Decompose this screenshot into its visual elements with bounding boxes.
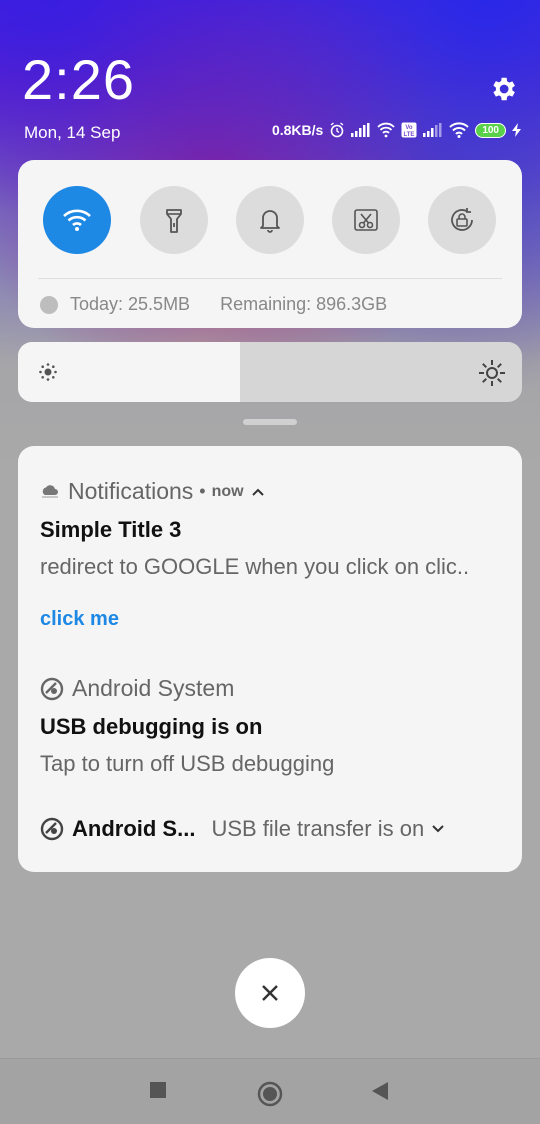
android-system-icon <box>40 817 64 841</box>
bell-icon <box>260 210 280 233</box>
status-icons: 0.8KB/s Vo LTE 100 <box>272 122 522 138</box>
usb-transfer-row[interactable]: Android S... USB file transfer is on <box>40 816 444 842</box>
signal-icon <box>351 123 370 137</box>
drag-handle[interactable] <box>243 419 297 425</box>
cloud-icon <box>40 484 60 499</box>
battery-icon: 100 <box>475 122 506 138</box>
auto-rotate-toggle[interactable] <box>428 186 496 254</box>
svg-text:LTE: LTE <box>404 132 415 138</box>
navigation-bar <box>0 1058 540 1124</box>
back-icon[interactable] <box>371 1081 389 1101</box>
recents-icon[interactable] <box>149 1081 167 1099</box>
charging-icon <box>512 123 521 137</box>
notification-time: now <box>211 482 244 500</box>
chevron-down-icon[interactable] <box>432 825 444 833</box>
scissors-icon <box>354 209 378 231</box>
divider <box>38 278 502 279</box>
clock[interactable]: 2:26 <box>22 52 135 108</box>
separator-dot: • <box>199 481 206 501</box>
notification-header[interactable]: Notifications • now <box>40 478 264 505</box>
android-system-icon <box>40 677 64 701</box>
usb-debugging-title[interactable]: USB debugging is on <box>40 714 262 740</box>
chevron-up-icon[interactable] <box>251 488 264 496</box>
volte-icon: VoLTE <box>401 122 417 138</box>
notification-text[interactable]: redirect to GOOGLE when you click on cli… <box>40 554 469 580</box>
settings-gear-icon[interactable] <box>488 74 518 104</box>
flashlight-icon <box>166 209 182 233</box>
brightness-slider[interactable] <box>18 342 522 402</box>
brightness-high-icon <box>479 360 505 386</box>
wifi-icon <box>449 122 470 138</box>
wifi-calling-icon <box>377 122 395 138</box>
rotate-lock-icon <box>451 208 473 231</box>
wifi-toggle[interactable] <box>43 186 111 254</box>
data-usage[interactable]: Today: 25.5MB Remaining: 896.3GB <box>40 294 387 315</box>
date[interactable]: Mon, 14 Sep <box>24 123 120 143</box>
android-system-header[interactable]: Android System <box>40 675 234 702</box>
close-icon <box>262 985 278 1001</box>
signal-icon <box>423 123 442 137</box>
clear-all-button[interactable] <box>235 958 305 1028</box>
notification-title[interactable]: Simple Title 3 <box>40 517 181 543</box>
data-today: Today: 25.5MB <box>70 294 191 314</box>
usb-debugging-text[interactable]: Tap to turn off USB debugging <box>40 751 334 777</box>
screenshot-toggle[interactable] <box>332 186 400 254</box>
usb-transfer-text: USB file transfer is on <box>211 816 425 841</box>
svg-text:Vo: Vo <box>406 125 414 131</box>
sound-toggle[interactable] <box>236 186 304 254</box>
brightness-low-icon <box>39 363 57 381</box>
data-usage-icon <box>40 295 58 314</box>
notification-panel: Notifications • now Simple Title 3 redir… <box>18 446 522 872</box>
wifi-icon <box>63 209 91 231</box>
flashlight-toggle[interactable] <box>140 186 208 254</box>
notification-app-name: Android S... <box>72 816 196 841</box>
notification-app-name: Notifications <box>68 478 194 504</box>
home-icon[interactable] <box>257 1081 283 1107</box>
quick-settings-panel: Today: 25.5MB Remaining: 896.3GB <box>18 160 522 328</box>
click-me-action[interactable]: click me <box>40 608 119 631</box>
alarm-icon <box>330 122 344 138</box>
notification-app-name: Android System <box>72 675 235 701</box>
data-remaining: Remaining: 896.3GB <box>220 294 388 314</box>
net-speed: 0.8KB/s <box>271 122 324 138</box>
